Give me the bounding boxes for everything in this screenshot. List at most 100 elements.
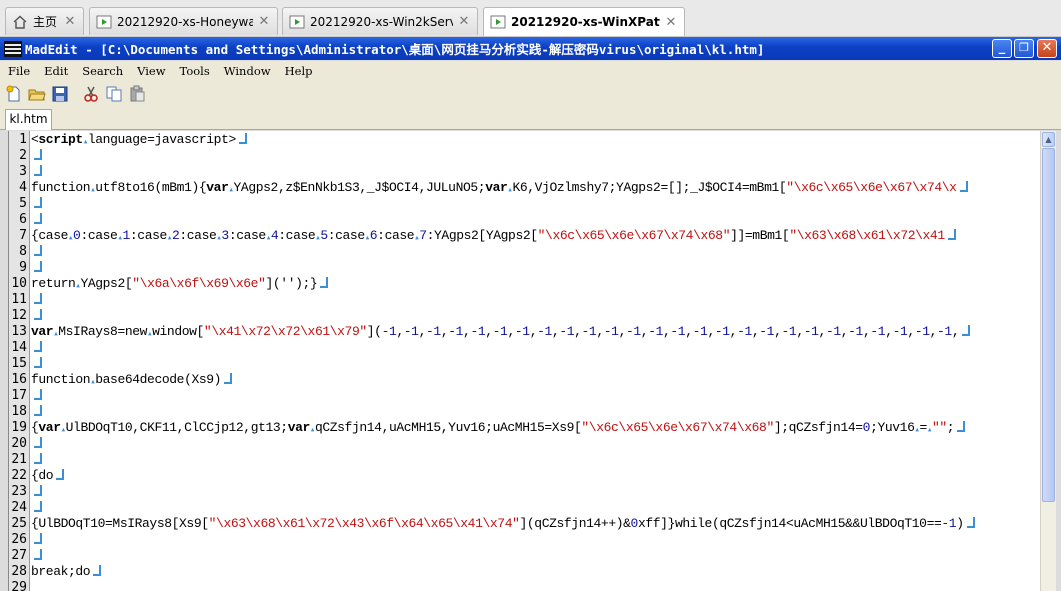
newline-marker-icon: [34, 341, 42, 352]
code-line[interactable]: 6: [9, 211, 1041, 227]
code-line[interactable]: 3: [9, 163, 1041, 179]
line-number: 19: [11, 420, 27, 435]
code-line[interactable]: 9: [9, 259, 1041, 275]
line-number: 17: [11, 388, 27, 403]
close-icon[interactable]: ✕: [63, 14, 77, 29]
menu-window[interactable]: Window: [216, 64, 277, 78]
code-line[interactable]: 29: [9, 579, 1041, 591]
code-text: [31, 212, 42, 227]
line-number: 8: [19, 244, 27, 259]
menu-tools[interactable]: Tools: [172, 64, 216, 78]
scroll-up-arrow-icon[interactable]: ▲: [1042, 132, 1055, 147]
line-number: 2: [19, 148, 27, 163]
code-line[interactable]: 8: [9, 243, 1041, 259]
newline-marker-icon: [34, 357, 42, 368]
code-line[interactable]: 12: [9, 307, 1041, 323]
code-text: [31, 548, 42, 563]
cut-button[interactable]: [81, 84, 101, 104]
line-number: 11: [11, 292, 27, 307]
host-tab-label: 主页: [33, 15, 58, 29]
code-line[interactable]: 17: [9, 387, 1041, 403]
newline-marker-icon: [34, 261, 42, 272]
tab-kl-htm[interactable]: kl.htm: [5, 109, 52, 130]
code-line[interactable]: 20: [9, 435, 1041, 451]
code-text: [31, 292, 42, 307]
line-number: 18: [11, 404, 27, 419]
code-text: [31, 308, 42, 323]
code-text: var▴MsIRays8=new▴window["\x41\x72\x72\x6…: [31, 324, 971, 339]
code-line[interactable]: 26: [9, 531, 1041, 547]
code-line[interactable]: 13 var▴MsIRays8=new▴window["\x41\x72\x72\…: [9, 323, 1041, 339]
open-file-button[interactable]: [27, 84, 47, 104]
menu-help[interactable]: Help: [277, 64, 319, 78]
code-line[interactable]: 4 function▴utf8to16(mBm1){var▴YAgps2,z$En…: [9, 179, 1041, 195]
code-line[interactable]: 24: [9, 499, 1041, 515]
newline-marker-icon: [34, 485, 42, 496]
copy-icon: [106, 86, 122, 101]
newline-marker-icon: [34, 405, 42, 416]
code-line[interactable]: 2: [9, 147, 1041, 163]
copy-button[interactable]: [104, 84, 124, 104]
madedit-app-icon: [4, 40, 22, 57]
window-titlebar[interactable]: MadEdit - [C:\Documents and Settings\Adm…: [0, 37, 1061, 60]
line-number: 4: [19, 180, 27, 195]
code-line[interactable]: 27: [9, 547, 1041, 563]
close-icon[interactable]: ✕: [257, 14, 271, 29]
newline-marker-icon: [962, 325, 971, 336]
paste-icon: [130, 85, 145, 101]
host-tab-label: 20212920-xs-WinXPattac...: [511, 15, 660, 29]
newline-marker-icon: [34, 533, 42, 544]
cut-icon: [84, 86, 98, 102]
host-tab-honeywall[interactable]: 20212920-xs-Honeywall ✕: [89, 7, 278, 35]
code-line[interactable]: 28 break;do: [9, 563, 1041, 579]
line-number: 29: [11, 580, 27, 591]
vertical-scrollbar[interactable]: ▲: [1040, 131, 1056, 591]
maximize-button[interactable]: ❐: [1014, 39, 1034, 58]
newline-marker-icon: [56, 469, 65, 480]
close-icon[interactable]: ✕: [457, 14, 471, 29]
code-line[interactable]: 15: [9, 355, 1041, 371]
code-line[interactable]: 23: [9, 483, 1041, 499]
line-number: 26: [11, 532, 27, 547]
menu-bar: File Edit Search View Tools Window Help: [0, 61, 1061, 81]
code-line[interactable]: 22 {do: [9, 467, 1041, 483]
save-button[interactable]: [50, 84, 70, 104]
menu-view[interactable]: View: [129, 64, 171, 78]
code-line[interactable]: 7 {case▴0:case▴1:case▴2:case▴3:case▴4:cas…: [9, 227, 1041, 243]
code-line[interactable]: 14: [9, 339, 1041, 355]
code-line[interactable]: 18: [9, 403, 1041, 419]
code-text: [31, 340, 42, 355]
menu-search[interactable]: Search: [74, 64, 129, 78]
newline-marker-icon: [959, 181, 968, 192]
code-line[interactable]: 19 {var▴UlBDOqT10,CKF11,ClCCjp12,gt13;var…: [9, 419, 1041, 435]
code-line[interactable]: 5: [9, 195, 1041, 211]
code-editor[interactable]: 1 <script▴language=javascript> 2 3 4 function…: [8, 131, 1041, 591]
code-line[interactable]: 21: [9, 451, 1041, 467]
host-tab-home[interactable]: 主页 ✕: [5, 7, 84, 35]
scrollbar-thumb[interactable]: [1042, 148, 1055, 502]
paste-button[interactable]: [127, 84, 147, 104]
newline-marker-icon: [224, 373, 233, 384]
line-number: 20: [11, 436, 27, 451]
menu-edit[interactable]: Edit: [36, 64, 74, 78]
menu-file[interactable]: File: [0, 64, 36, 78]
code-line[interactable]: 16 function▴base64decode(Xs9): [9, 371, 1041, 387]
minimize-button[interactable]: _: [992, 39, 1012, 58]
window-title: MadEdit - [C:\Documents and Settings\Adm…: [25, 42, 765, 57]
host-tab-winxpattacker[interactable]: 20212920-xs-WinXPattac... ✕: [483, 7, 685, 36]
code-line[interactable]: 1 <script▴language=javascript>: [9, 131, 1041, 147]
newline-marker-icon: [34, 389, 42, 400]
code-line[interactable]: 10 return▴YAgps2["\x6a\x6f\x69\x6e"]('');…: [9, 275, 1041, 291]
line-number: 6: [19, 212, 27, 227]
save-icon: [52, 86, 68, 101]
code-text: <script▴language=javascript>: [31, 132, 247, 147]
newline-marker-icon: [957, 421, 966, 432]
host-tab-win2kserver[interactable]: 20212920-xs-Win2kServer_S... ✕: [282, 7, 478, 35]
code-line[interactable]: 25 {UlBDOqT10=MsIRays8[Xs9["\x63\x68\x61\…: [9, 515, 1041, 531]
new-file-button[interactable]: [4, 84, 24, 104]
close-button[interactable]: ✕: [1037, 39, 1057, 58]
newline-marker-icon: [34, 309, 42, 320]
close-icon[interactable]: ✕: [664, 15, 678, 30]
code-line[interactable]: 11: [9, 291, 1041, 307]
line-number: 15: [11, 356, 27, 371]
